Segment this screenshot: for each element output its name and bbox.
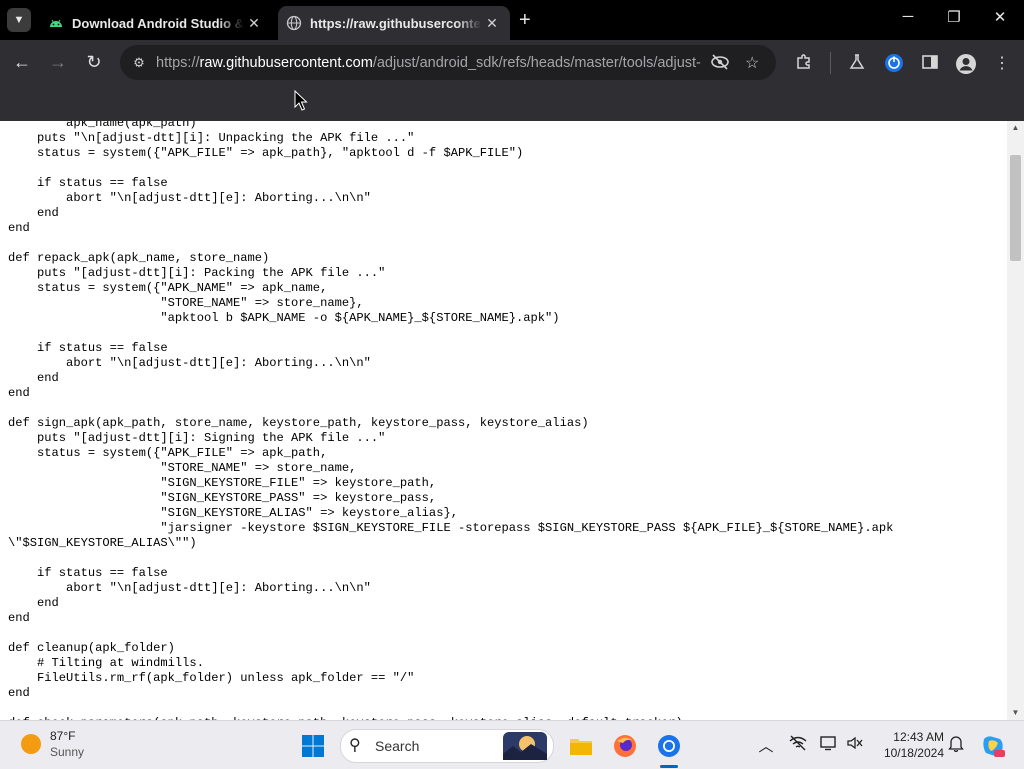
weather-temperature[interactable]: 87°F [50,729,75,743]
code-line: def repack_apk(apk_name, store_name) [8,251,270,265]
mouse-cursor-icon [294,90,308,111]
system-clock[interactable]: 12:43 AM 10/18/2024 [870,729,944,761]
file-explorer-icon[interactable] [568,733,594,759]
search-label: Search [375,738,420,754]
close-tab-icon[interactable]: ✕ [244,15,264,32]
back-button[interactable]: ← [10,52,34,73]
code-line: end [8,221,30,235]
code-line: apk_name(apk_path) [8,121,197,130]
volume-muted-icon[interactable] [844,735,866,755]
taskbar-search[interactable]: ⚲ Search [340,729,554,763]
code-line: puts "[adjust-dtt][i]: Signing the APK f… [8,431,386,445]
code-line: if status == false [8,566,168,580]
restore-button[interactable]: ❐ [934,8,974,26]
tab-raw-github[interactable]: https://raw.githubusercontent.com/adjust… [278,6,510,40]
arrow-left-icon: ← [13,52,31,72]
clock-time: 12:43 AM [893,730,944,744]
code-line: "SIGN_KEYSTORE_FILE" => keystore_path, [8,476,437,490]
flask-icon[interactable] [845,53,869,76]
code-line: end [8,206,59,220]
code-line: "jarsigner -keystore $SIGN_KEYSTORE_FILE… [8,521,894,535]
new-tab-button[interactable]: + [519,9,531,32]
side-panel-icon[interactable] [918,53,942,76]
windows-start-icon[interactable] [300,733,326,759]
code-line: end [8,386,30,400]
url-text[interactable]: https://raw.githubusercontent.com/adjust… [156,55,701,71]
tab-title: https://raw.githubusercontent.com/adjust… [310,15,482,31]
taskbar: 87°F Sunny ⚲ Search ︿ 12:43 AM 10/18/202… [0,720,1024,769]
toolbar-band [0,86,1024,121]
code-line: def sign_apk(apk_path, store_name, keyst… [8,416,589,430]
code-line: # Tilting at windmills. [8,656,204,670]
search-highlight-image [503,732,547,760]
code-line: "apktool b $APK_NAME -o ${APK_NAME}_${ST… [8,311,560,325]
site-info-icon[interactable]: ⚙ [122,55,156,71]
url-host: raw.githubusercontent.com [199,54,373,71]
display-icon[interactable] [818,735,840,755]
url-scheme: https:// [156,54,200,71]
tab-android-studio[interactable]: Download Android Studio & App Tools - An… [40,6,272,40]
code-line: if status == false [8,176,168,190]
copilot-icon[interactable] [980,733,1006,759]
scroll-thumb[interactable] [1010,155,1021,261]
code-line: "SIGN_KEYSTORE_PASS" => keystore_pass, [8,491,437,505]
more-menu-icon[interactable]: ⋮ [990,53,1014,73]
code-line: status = system({"APK_FILE" => apk_path, [8,446,328,460]
scroll-up-icon[interactable]: ▲ [1007,121,1024,135]
code-line: "STORE_NAME" => store_name}, [8,296,364,310]
search-icon: ⚲ [349,737,361,754]
tab-strip: ▼ Download Android Studio & App Tools - … [0,0,1024,40]
code-line: abort "\n[adjust-dtt][e]: Aborting...\n\… [8,191,371,205]
code-line: end [8,686,30,700]
notification-bell-icon[interactable] [945,735,967,756]
weather-sun-icon[interactable] [21,734,41,754]
browser-toolbar: ← → ↻ ⚙ https://raw.githubusercontent.co… [0,40,1024,86]
raw-source-code: apk_name(apk_path) puts "\n[adjust-dtt][… [8,121,893,720]
minimize-button[interactable]: ─ [888,8,928,25]
network-off-icon[interactable] [787,735,809,755]
close-window-button[interactable]: ✕ [980,8,1020,26]
chevron-down-icon: ▼ [13,14,25,26]
bookmark-star-icon[interactable]: ☆ [745,53,759,73]
code-line: "STORE_NAME" => store_name, [8,461,357,475]
power-extension-icon[interactable] [882,53,906,78]
code-line: status = system({"APK_FILE" => apk_path}… [8,146,524,160]
vertical-scrollbar[interactable]: ▲ ▼ [1007,121,1024,720]
globe-icon [286,15,302,31]
code-line: def cleanup(apk_folder) [8,641,175,655]
code-line: end [8,596,59,610]
code-line: abort "\n[adjust-dtt][e]: Aborting...\n\… [8,356,371,370]
scroll-down-icon[interactable]: ▼ [1007,706,1024,720]
show-hidden-icons-chevron-icon[interactable]: ︿ [755,735,777,756]
code-line: puts "[adjust-dtt][i]: Packing the APK f… [8,266,386,280]
android-icon [50,19,62,27]
weather-condition[interactable]: Sunny [50,745,84,759]
code-line: abort "\n[adjust-dtt][e]: Aborting...\n\… [8,581,371,595]
page-content: apk_name(apk_path) puts "\n[adjust-dtt][… [0,121,1007,720]
address-bar[interactable]: ⚙ https://raw.githubusercontent.com/adju… [120,45,776,80]
code-line: \"$SIGN_KEYSTORE_ALIAS\"") [8,536,197,550]
reload-button[interactable]: ↻ [82,52,106,73]
url-path: /adjust/android_sdk/refs/heads/master/to… [372,54,701,71]
code-line: puts "\n[adjust-dtt][i]: Unpacking the A… [8,131,415,145]
profile-avatar-icon[interactable] [954,53,978,80]
eye-slash-icon[interactable] [710,53,730,76]
clock-date: 10/18/2024 [883,746,944,760]
arrow-right-icon: → [49,52,67,72]
toolbar-divider [830,52,831,74]
code-line: "SIGN_KEYSTORE_ALIAS" => keystore_alias}… [8,506,458,520]
forward-button[interactable]: → [46,52,70,73]
code-line: FileUtils.rm_rf(apk_folder) unless apk_f… [8,671,415,685]
code-line: status = system({"APK_NAME" => apk_name, [8,281,328,295]
tab-title: Download Android Studio & App Tools - An… [72,15,244,31]
extensions-icon[interactable] [792,53,816,76]
code-line: if status == false [8,341,168,355]
firefox-icon[interactable] [612,733,638,759]
code-line: end [8,371,59,385]
close-tab-icon[interactable]: ✕ [482,15,502,32]
chrome-icon[interactable] [656,733,682,759]
tab-search-button[interactable]: ▼ [7,8,31,32]
reload-icon: ↻ [86,52,102,72]
code-line: end [8,611,30,625]
